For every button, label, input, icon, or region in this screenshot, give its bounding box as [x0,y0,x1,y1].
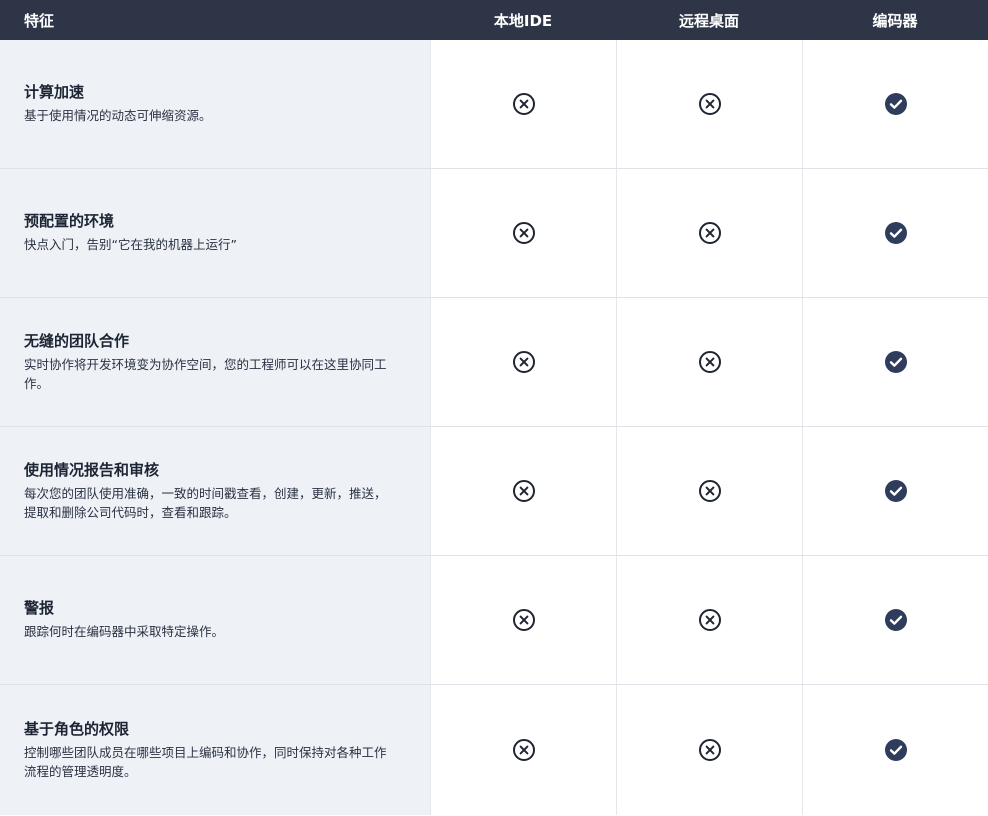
comparison-table: 特征 本地IDE 远程桌面 编码器 计算加速 基于使用情况的动态可伸缩资源。 预… [0,0,988,816]
value-cell [802,298,988,426]
header-feature: 特征 [24,11,55,30]
value-cell [802,427,988,555]
table-row: 基于角色的权限 控制哪些团队成员在哪些项目上编码和协作，同时保持对各种工作流程的… [0,685,988,815]
check-circle-icon [884,739,907,761]
check-circle-icon [884,609,907,631]
x-circle-icon [512,351,535,373]
check-circle-icon [884,93,907,115]
value-cell [802,685,988,815]
header-local-ide: 本地IDE [493,11,553,30]
feature-title: 预配置的环境 [24,212,115,231]
x-circle-icon [512,609,535,631]
value-cell [616,427,802,555]
x-circle-icon [698,93,721,115]
value-cell [430,685,616,815]
value-cell [616,169,802,297]
header-remote-desktop: 远程桌面 [678,11,739,30]
feature-cell: 无缝的团队合作 实时协作将开发环境变为协作空间，您的工程师可以在这里协同工作。 [0,298,430,426]
check-circle-icon [884,480,907,502]
check-circle-icon [884,222,907,244]
feature-cell: 基于角色的权限 控制哪些团队成员在哪些项目上编码和协作，同时保持对各种工作流程的… [0,685,430,815]
feature-title: 无缝的团队合作 [24,331,130,350]
feature-cell: 使用情况报告和审核 每次您的团队使用准确，一致的时间戳查看，创建，更新，推送，提… [0,427,430,555]
value-cell [430,298,616,426]
value-cell [430,169,616,297]
value-cell [430,427,616,555]
value-cell [430,40,616,168]
x-circle-icon [698,609,721,631]
table-header: 特征 本地IDE 远程桌面 编码器 [0,0,988,40]
feature-title: 基于角色的权限 [24,719,130,738]
value-cell [616,685,802,815]
x-circle-icon [698,351,721,373]
value-cell [616,40,802,168]
x-circle-icon [698,480,721,502]
x-circle-icon [512,739,535,761]
feature-title: 使用情况报告和审核 [24,460,160,479]
value-cell [802,556,988,684]
x-circle-icon [512,480,535,502]
x-circle-icon [698,222,721,244]
feature-description: 基于使用情况的动态可伸缩资源。 [24,108,212,124]
table-row: 使用情况报告和审核 每次您的团队使用准确，一致的时间戳查看，创建，更新，推送，提… [0,427,988,556]
feature-title: 计算加速 [24,83,85,102]
table-row: 警报 跟踪何时在编码器中采取特定操作。 [0,556,988,685]
check-circle-icon [884,351,907,373]
x-circle-icon [512,93,535,115]
feature-description: 控制哪些团队成员在哪些项目上编码和协作，同时保持对各种工作流程的管理透明度。 [24,744,387,780]
feature-cell: 预配置的环境 快点入门，告别“它在我的机器上运行” [0,169,430,297]
table-row: 预配置的环境 快点入门，告别“它在我的机器上运行” [0,169,988,298]
feature-description: 实时协作将开发环境变为协作空间，您的工程师可以在这里协同工作。 [24,356,387,392]
value-cell [802,40,988,168]
feature-cell: 计算加速 基于使用情况的动态可伸缩资源。 [0,40,430,168]
feature-cell: 警报 跟踪何时在编码器中采取特定操作。 [0,556,430,684]
feature-description: 跟踪何时在编码器中采取特定操作。 [24,624,225,640]
feature-title: 警报 [24,599,55,618]
header-coder: 编码器 [872,11,918,30]
table-row: 计算加速 基于使用情况的动态可伸缩资源。 [0,40,988,169]
x-circle-icon [512,222,535,244]
value-cell [802,169,988,297]
value-cell [616,556,802,684]
feature-description: 每次您的团队使用准确，一致的时间戳查看，创建，更新，推送，提取和删除公司代码时，… [24,485,387,521]
table-row: 无缝的团队合作 实时协作将开发环境变为协作空间，您的工程师可以在这里协同工作。 [0,298,988,427]
feature-description: 快点入门，告别“它在我的机器上运行” [24,237,237,253]
x-circle-icon [698,739,721,761]
value-cell [616,298,802,426]
value-cell [430,556,616,684]
